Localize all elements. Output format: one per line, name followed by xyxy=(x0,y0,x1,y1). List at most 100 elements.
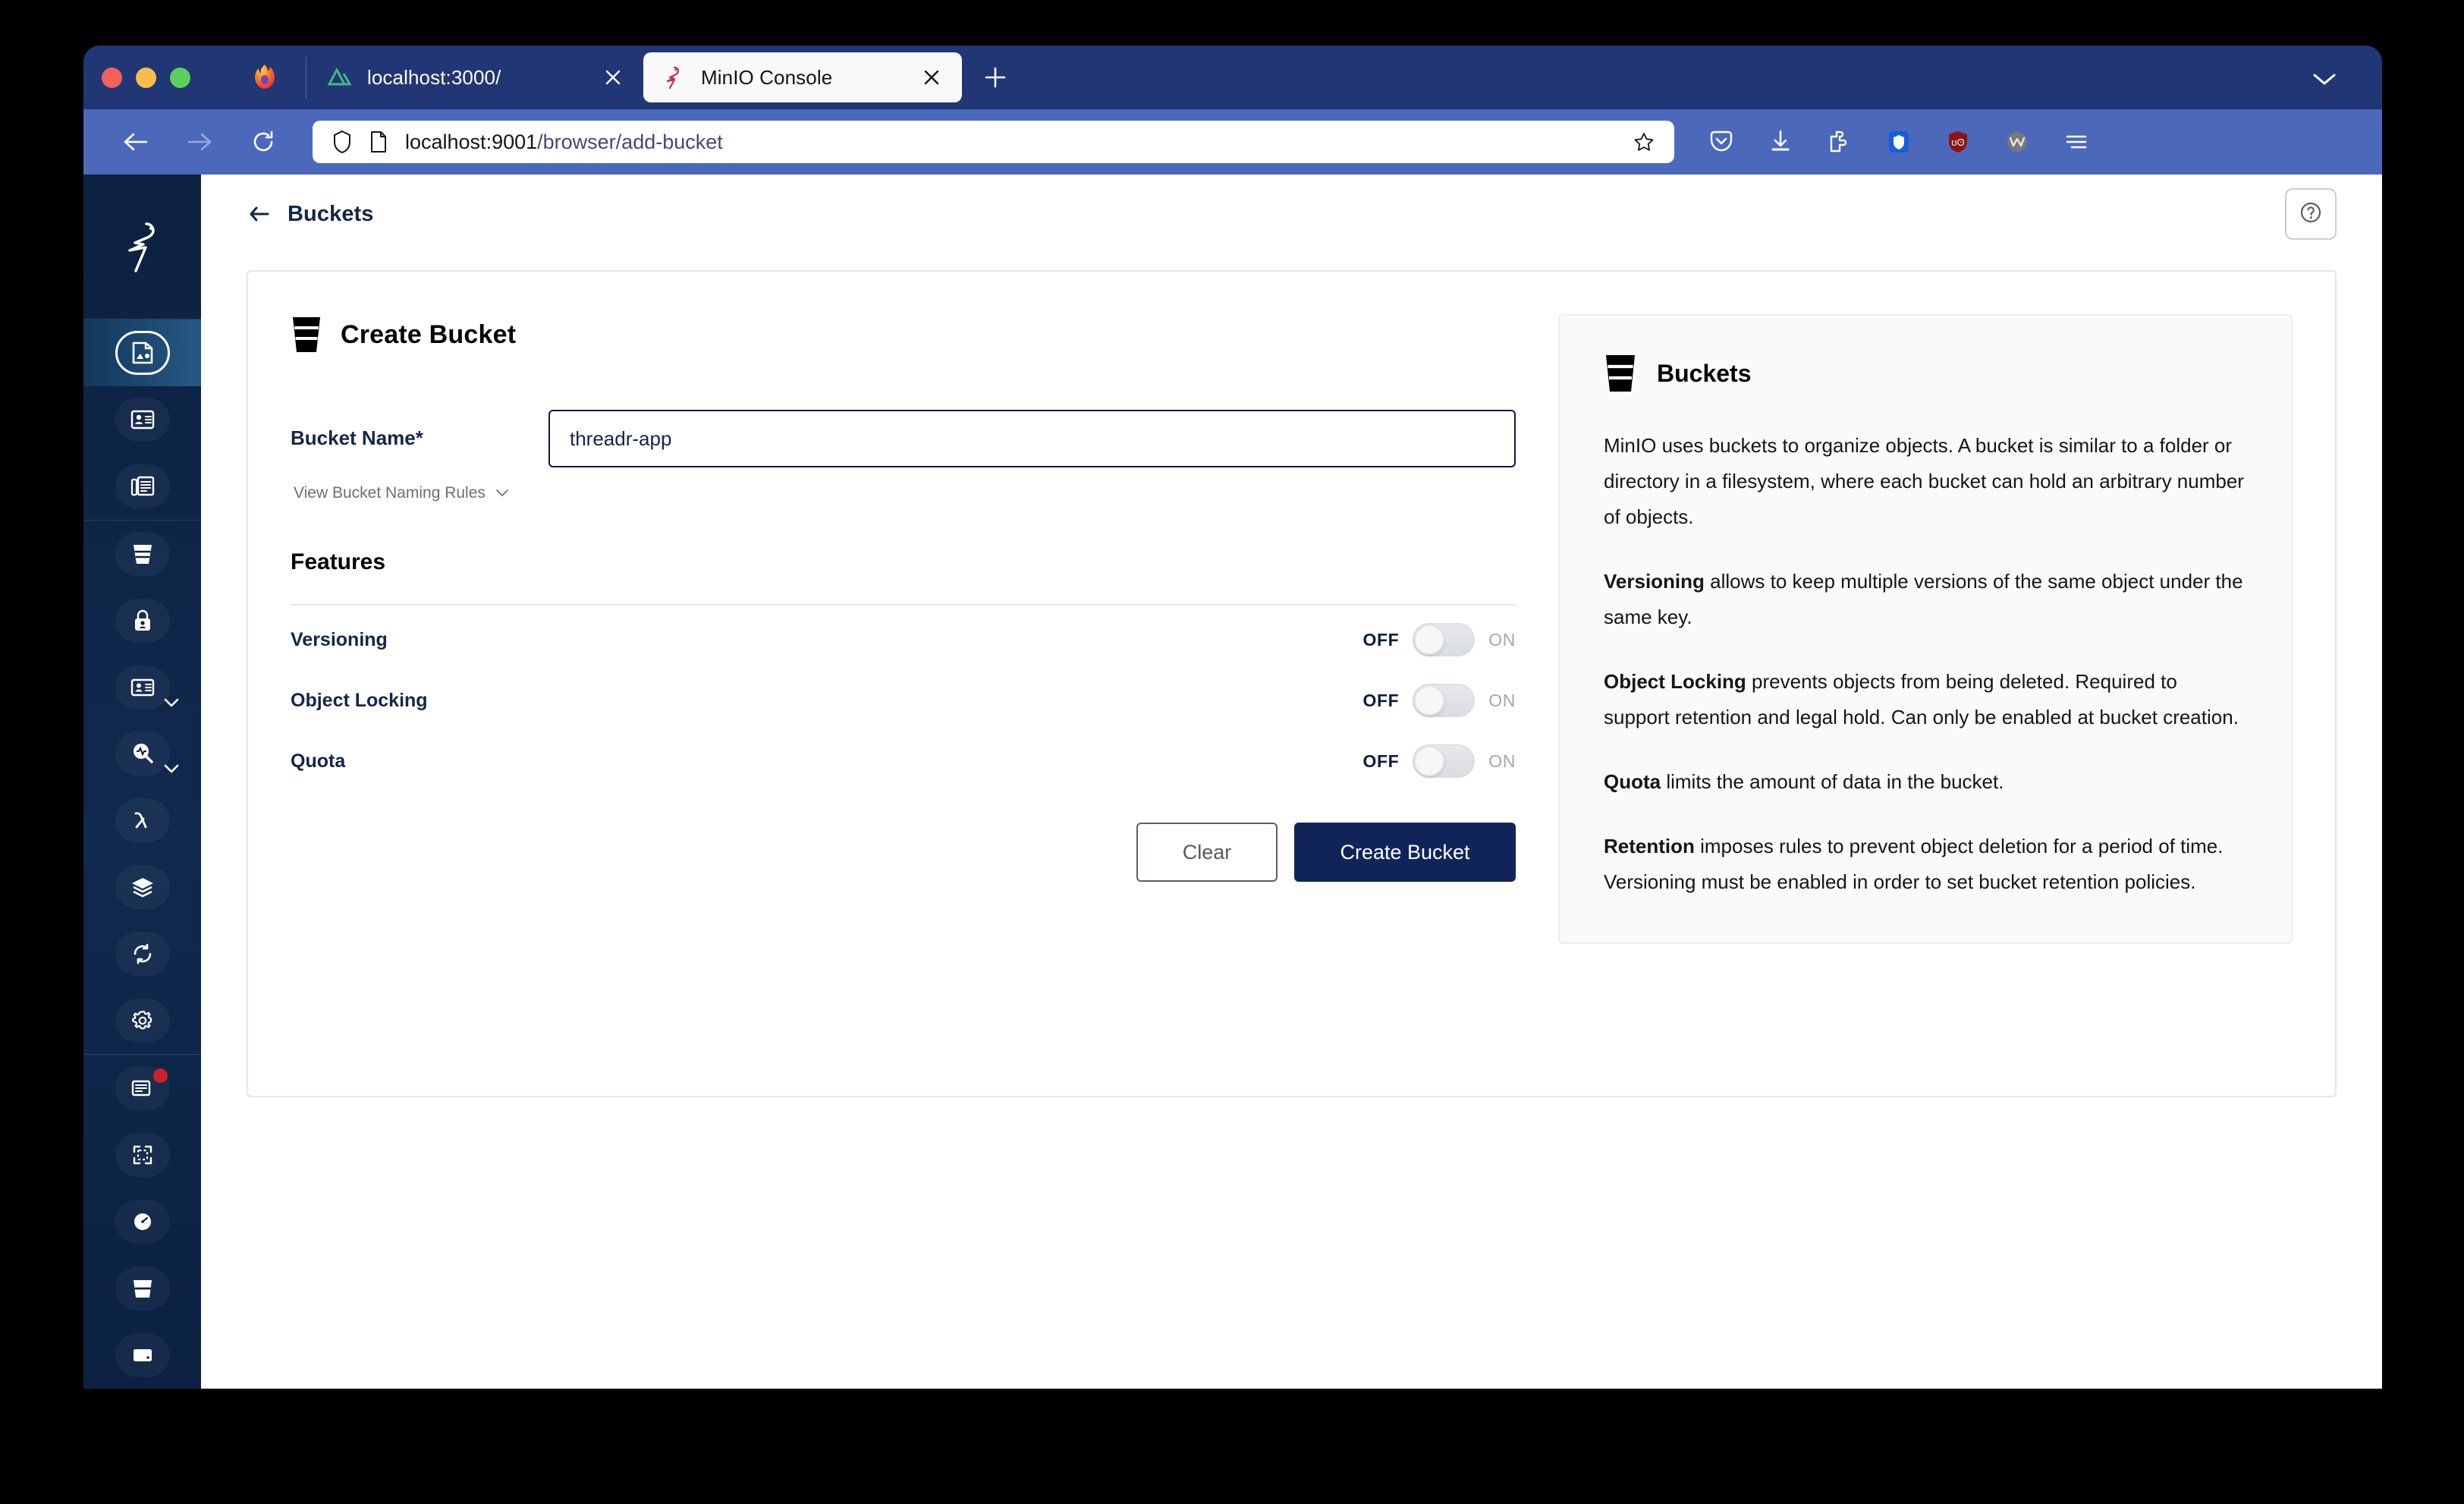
chevron-down-icon[interactable] xyxy=(2303,64,2346,94)
tab-title: MinIO Console xyxy=(701,65,833,89)
url-bar[interactable]: localhost:9001/browser/add-bucket xyxy=(313,121,1674,163)
url-text[interactable]: localhost:9001/browser/add-bucket xyxy=(405,131,1620,154)
view-bucket-naming-rules-link[interactable]: View Bucket Naming Rules xyxy=(294,484,1516,502)
info-paragraph-text: imposes rules to prevent object deletion… xyxy=(1604,835,2224,893)
bucket-icon xyxy=(115,1266,170,1310)
toggle-knob[interactable] xyxy=(1414,685,1445,716)
minio-logo[interactable] xyxy=(83,175,201,319)
gear-icon xyxy=(115,999,170,1043)
svg-text:ʊʘ: ʊʘ xyxy=(1951,137,1965,148)
sidebar-item-settings[interactable] xyxy=(83,987,201,1054)
naming-rules-label: View Bucket Naming Rules xyxy=(294,484,486,502)
sidebar-item-register[interactable] xyxy=(83,1122,201,1188)
toggle-on-label: ON xyxy=(1488,629,1516,650)
sidebar-item-identity[interactable] xyxy=(83,587,201,654)
info-paragraph: MinIO uses buckets to organize objects. … xyxy=(1604,428,2247,535)
info-paragraph-text: MinIO uses buckets to organize objects. … xyxy=(1604,434,2244,528)
sidebar-item-tiering[interactable] xyxy=(83,854,201,920)
firefox-icon xyxy=(250,62,280,93)
breadcrumb-back-link[interactable]: Buckets xyxy=(247,202,374,227)
lock-person-icon xyxy=(115,598,170,643)
downloads-icon[interactable] xyxy=(1764,125,1797,159)
sidebar-item-license[interactable] xyxy=(83,1055,201,1122)
toggle-track[interactable] xyxy=(1413,744,1476,778)
feature-label: Quota xyxy=(291,750,346,772)
reload-icon[interactable] xyxy=(241,120,285,164)
close-window-button[interactable] xyxy=(102,67,122,88)
info-term: Object Locking xyxy=(1604,670,1746,693)
feature-label: Object Locking xyxy=(291,689,428,711)
clear-button[interactable]: Clear xyxy=(1136,823,1278,882)
url-host: localhost:9001 xyxy=(405,130,538,153)
id-card-icon xyxy=(115,397,170,442)
toggle-track[interactable] xyxy=(1413,623,1476,656)
shield-icon[interactable] xyxy=(329,129,355,155)
create-bucket-form: Create Bucket Bucket Name* View Bucket N… xyxy=(291,314,1516,1047)
lambda-icon xyxy=(115,798,170,843)
bookmark-star-icon[interactable] xyxy=(1630,128,1658,156)
browser-window: localhost:3000/ MinIO Console localhost:… xyxy=(83,46,2382,1389)
toggle-track[interactable] xyxy=(1413,684,1476,717)
close-icon[interactable] xyxy=(918,64,945,91)
info-paragraph-text: limits the amount of data in the bucket. xyxy=(1661,770,2004,793)
sidebar-item-bucket-alt[interactable] xyxy=(83,1255,201,1322)
toggle-off-label: OFF xyxy=(1362,690,1400,710)
toggle-on-label: ON xyxy=(1488,750,1516,771)
window-traffic-lights xyxy=(102,67,190,88)
extensions-puzzle-icon[interactable] xyxy=(1823,125,1856,159)
sidebar-item-replication[interactable] xyxy=(83,920,201,987)
sidebar-item-monitoring[interactable] xyxy=(83,721,201,788)
chevron-down-icon[interactable] xyxy=(162,695,181,710)
browser-tab-minio-console[interactable]: MinIO Console xyxy=(643,52,962,102)
browser-tab-localhost-3000[interactable]: localhost:3000/ xyxy=(310,52,643,102)
app-menu-icon[interactable] xyxy=(2060,125,2093,159)
sidebar-item-object-browser[interactable] xyxy=(83,319,201,386)
maximize-window-button[interactable] xyxy=(170,67,190,88)
bucket-name-label: Bucket Name* xyxy=(291,426,423,449)
toggle-on-label: ON xyxy=(1488,690,1516,710)
object-locking-toggle[interactable]: OFF ON xyxy=(1363,684,1516,717)
bucket-name-input[interactable] xyxy=(548,410,1516,467)
sidebar-item-access-keys[interactable] xyxy=(83,386,201,453)
chevron-down-icon[interactable] xyxy=(162,761,181,776)
sidebar-item-users[interactable] xyxy=(83,654,201,721)
sidebar-item-buckets[interactable] xyxy=(83,521,201,587)
page-document-icon[interactable] xyxy=(367,129,390,155)
info-paragraph: Retention imposes rules to prevent objec… xyxy=(1604,829,2247,900)
forward-arrow-icon[interactable] xyxy=(178,120,222,164)
documents-icon xyxy=(115,464,170,508)
minimize-window-button[interactable] xyxy=(136,67,156,88)
bitwarden-shield-icon[interactable] xyxy=(1882,125,1916,159)
info-term: Quota xyxy=(1604,770,1661,793)
toggle-knob[interactable] xyxy=(1414,746,1445,776)
sidebar-item-performance[interactable] xyxy=(83,1188,201,1255)
new-tab-button[interactable] xyxy=(976,58,1015,97)
ublock-origin-icon[interactable]: ʊʘ xyxy=(1941,125,1975,159)
nuxt-icon xyxy=(326,65,352,90)
sidebar-item-documentation[interactable] xyxy=(83,453,201,520)
info-paragraph: Quota limits the amount of data in the b… xyxy=(1604,764,2247,800)
create-bucket-card: Create Bucket Bucket Name* View Bucket N… xyxy=(247,270,2337,1097)
back-arrow-icon[interactable] xyxy=(114,120,158,164)
create-bucket-button[interactable]: Create Bucket xyxy=(1294,823,1516,882)
back-arrow-icon[interactable] xyxy=(247,203,272,225)
form-actions: Clear Create Bucket xyxy=(291,823,1516,882)
chevron-down-icon[interactable] xyxy=(495,488,510,499)
toggle-off-label: OFF xyxy=(1362,629,1400,650)
form-title-row: Create Bucket xyxy=(291,314,1516,355)
quota-toggle[interactable]: OFF ON xyxy=(1363,744,1516,778)
close-icon[interactable] xyxy=(599,64,627,91)
sidebar-item-events[interactable] xyxy=(83,787,201,854)
sidebar-item-drives[interactable] xyxy=(83,1322,201,1389)
feature-row-object-locking: Object Locking OFF ON xyxy=(291,674,1516,727)
browser-toolbar-icons: ʊʘ xyxy=(1705,125,2093,159)
toggle-knob[interactable] xyxy=(1414,625,1445,655)
url-path: /browser/add-bucket xyxy=(537,130,723,153)
info-term: Versioning xyxy=(1604,570,1705,593)
versioning-toggle[interactable]: OFF ON xyxy=(1363,623,1516,656)
tab-title: localhost:3000/ xyxy=(367,65,501,89)
object-browser-icon xyxy=(115,330,170,375)
help-button[interactable] xyxy=(2285,188,2337,240)
wallet-avatar-icon[interactable] xyxy=(2000,125,2034,159)
pocket-icon[interactable] xyxy=(1705,125,1738,159)
